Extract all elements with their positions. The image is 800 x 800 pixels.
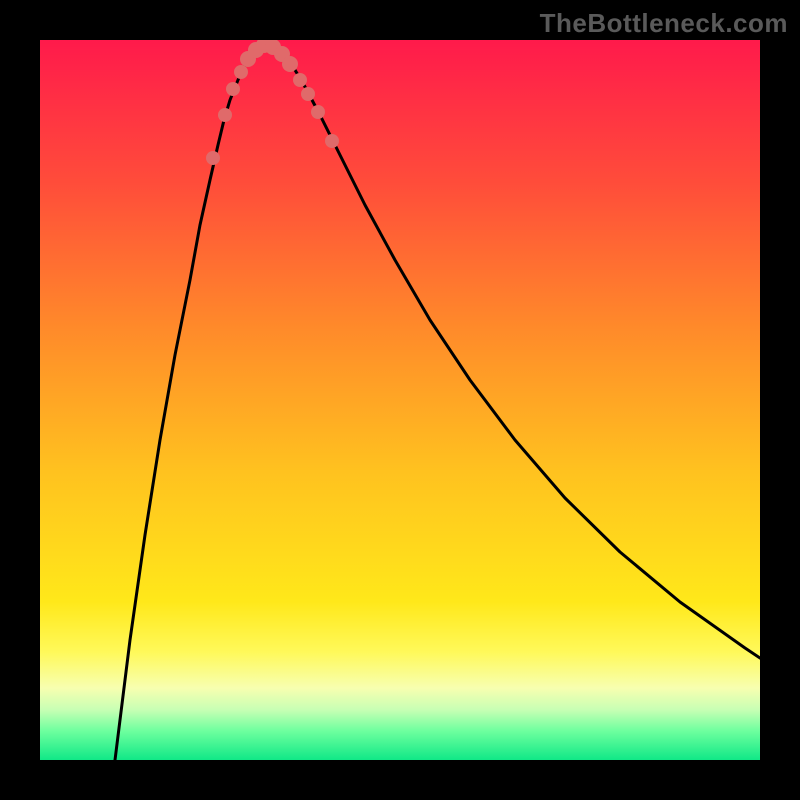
chart-svg (40, 40, 760, 760)
marker-dot (218, 108, 232, 122)
chart-frame: TheBottleneck.com (0, 0, 800, 800)
marker-dot (226, 82, 240, 96)
marker-dot (206, 151, 220, 165)
gradient-background (40, 40, 760, 760)
plot-area (40, 40, 760, 760)
marker-dot (282, 56, 298, 72)
marker-dot (234, 65, 248, 79)
marker-dot (325, 134, 339, 148)
watermark-text: TheBottleneck.com (540, 8, 788, 39)
marker-dot (301, 87, 315, 101)
marker-dot (293, 73, 307, 87)
marker-dot (311, 105, 325, 119)
